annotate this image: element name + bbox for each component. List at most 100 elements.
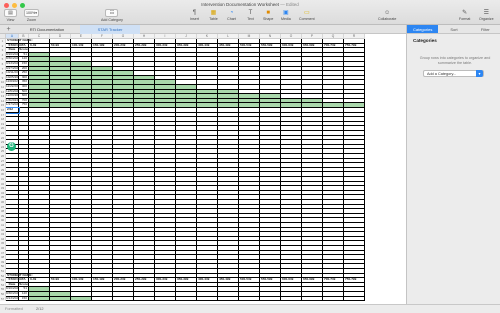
score-range-header[interactable]: 600-649 — [281, 278, 302, 283]
score-cell[interactable]: 750 — [19, 103, 29, 108]
column-header-a[interactable]: A — [6, 34, 19, 39]
column-header-l[interactable]: L — [218, 34, 239, 39]
score-range-header[interactable]: 750-799 — [344, 43, 365, 49]
score-range-header[interactable]: 150-199 — [92, 43, 113, 49]
tab-filter[interactable]: Filter — [470, 25, 500, 33]
tab-categories[interactable]: Categories — [407, 25, 439, 33]
table-cell[interactable] — [239, 296, 260, 302]
score-range-header[interactable]: 700-749 — [323, 43, 344, 49]
table-cell[interactable] — [176, 296, 197, 302]
view-button[interactable]: ▤ — [4, 9, 17, 17]
progress-bar-cell[interactable] — [176, 103, 197, 108]
score-range-header[interactable]: 650-699 — [302, 278, 323, 283]
score-range-header[interactable]: 650-699 — [302, 43, 323, 49]
progress-bar-cell[interactable] — [92, 103, 113, 108]
column-header-j[interactable]: J — [176, 34, 197, 39]
table-cell[interactable] — [113, 296, 134, 302]
table-cell[interactable] — [260, 296, 281, 302]
score-range-header[interactable]: 300-349 — [155, 278, 176, 283]
table-cell[interactable] — [218, 296, 239, 302]
insert-control[interactable]: ¶ Insert — [190, 9, 199, 22]
progress-bar-cell[interactable] — [218, 103, 239, 108]
progress-bar-cell[interactable] — [155, 103, 176, 108]
column-header-g[interactable]: G — [113, 34, 134, 39]
spreadsheet[interactable]: STUDENT NAME: STAR DATA 0-49 50-99 100-149 15… — [0, 34, 406, 304]
column-header-h[interactable]: H — [134, 34, 155, 39]
score-range-header[interactable]: 600-649 — [281, 43, 302, 49]
progress-bar-cell[interactable] — [134, 103, 155, 108]
column-header-r[interactable]: R — [344, 34, 365, 39]
zoom-menu[interactable]: 100% ▾ — [24, 9, 40, 17]
column-header-o[interactable]: O — [281, 34, 302, 39]
score-range-header[interactable]: 50-99 — [50, 278, 71, 283]
column-header-i[interactable]: I — [155, 34, 176, 39]
add-category-button[interactable]: ☷ — [105, 9, 119, 17]
text-control[interactable]: T Text — [246, 9, 255, 22]
column-header-m[interactable]: M — [239, 34, 260, 39]
table-cell[interactable] — [281, 296, 302, 302]
score-range-header[interactable]: 250-299 — [134, 43, 155, 49]
score-range-header[interactable]: 100-149 — [71, 278, 92, 283]
tab-sort[interactable]: Sort — [438, 25, 469, 33]
progress-bar-cell[interactable] — [50, 103, 71, 108]
tab-star-tracker[interactable]: STAR Tracker — [80, 25, 140, 34]
tab-rti-documentation[interactable]: RTI Documentation — [17, 25, 77, 34]
add-category-control[interactable]: ☷ Add Category — [101, 9, 123, 22]
score-range-header[interactable]: 450-499 — [218, 278, 239, 283]
score-range-header[interactable]: 250-299 — [134, 278, 155, 283]
score-range-header[interactable]: 500-549 — [239, 43, 260, 49]
score-range-header[interactable]: 200-249 — [113, 43, 134, 49]
score-range-header[interactable]: 550-599 — [260, 43, 281, 49]
progress-bar-cell[interactable] — [197, 103, 218, 108]
progress-bar-cell[interactable] — [113, 103, 134, 108]
shape-control[interactable]: ■ Shape — [263, 9, 273, 22]
score-range-header[interactable]: 0-49 — [29, 43, 50, 49]
column-header-c[interactable]: C — [29, 34, 50, 39]
score-range-header[interactable]: 350-399 — [176, 43, 197, 49]
score-range-header[interactable]: 750-799 — [344, 278, 365, 283]
score-range-header[interactable]: 400-449 — [197, 278, 218, 283]
progress-bar-cell[interactable] — [71, 103, 92, 108]
column-header-f[interactable]: F — [92, 34, 113, 39]
table-cell[interactable] — [302, 296, 323, 302]
date-cell[interactable]: 9/13/2023 — [6, 296, 19, 302]
progress-bar-cell[interactable] — [344, 103, 365, 108]
table-cell[interactable] — [197, 296, 218, 302]
collaborate-control[interactable]: ☺ Collaborate — [378, 9, 396, 22]
media-control[interactable]: ▣ Media — [281, 9, 291, 22]
comment-control[interactable]: ▭ Comment — [299, 9, 315, 22]
progress-bar-cell[interactable] — [260, 103, 281, 108]
add-category-popup[interactable]: Add a Category... ▾ — [423, 70, 484, 77]
table-cell[interactable] — [323, 296, 344, 302]
score-cell[interactable]: 150 — [19, 296, 29, 302]
grammarly-icon[interactable]: G — [7, 142, 16, 151]
table-cell[interactable] — [134, 296, 155, 302]
score-range-header[interactable]: 50-99 — [50, 43, 71, 49]
score-range-header[interactable]: 150-199 — [92, 278, 113, 283]
progress-bar-cell[interactable] — [29, 296, 50, 302]
add-sheet-button[interactable]: + — [4, 25, 13, 34]
progress-bar-cell[interactable] — [239, 103, 260, 108]
score-range-header[interactable]: 0-49 — [29, 278, 50, 283]
selected-cell[interactable]: 2/12 — [5, 107, 20, 114]
chart-control[interactable]: ◔ Chart — [227, 9, 236, 22]
score-range-header[interactable]: 300-349 — [155, 43, 176, 49]
zoom-control[interactable]: 100% ▾ Zoom — [24, 9, 40, 22]
score-range-header[interactable]: 400-449 — [197, 43, 218, 49]
progress-bar-cell[interactable] — [50, 296, 71, 302]
format-control[interactable]: ✎ Format — [459, 9, 470, 22]
score-range-header[interactable]: 100-149 — [71, 43, 92, 49]
column-header-n[interactable]: N — [260, 34, 281, 39]
table-cell[interactable] — [344, 296, 365, 302]
column-header-p[interactable]: P — [302, 34, 323, 39]
table-cell[interactable] — [92, 296, 113, 302]
table-control[interactable]: ▦ Table — [209, 9, 218, 22]
score-range-header[interactable]: 550-599 — [260, 278, 281, 283]
progress-bar-cell[interactable] — [29, 103, 50, 108]
column-header-e[interactable]: E — [71, 34, 92, 39]
score-range-header[interactable]: 450-499 — [218, 43, 239, 49]
column-header-b[interactable]: B — [19, 34, 29, 39]
score-range-header[interactable]: 700-749 — [323, 278, 344, 283]
progress-bar-cell[interactable] — [323, 103, 344, 108]
score-range-header[interactable]: 500-549 — [239, 278, 260, 283]
